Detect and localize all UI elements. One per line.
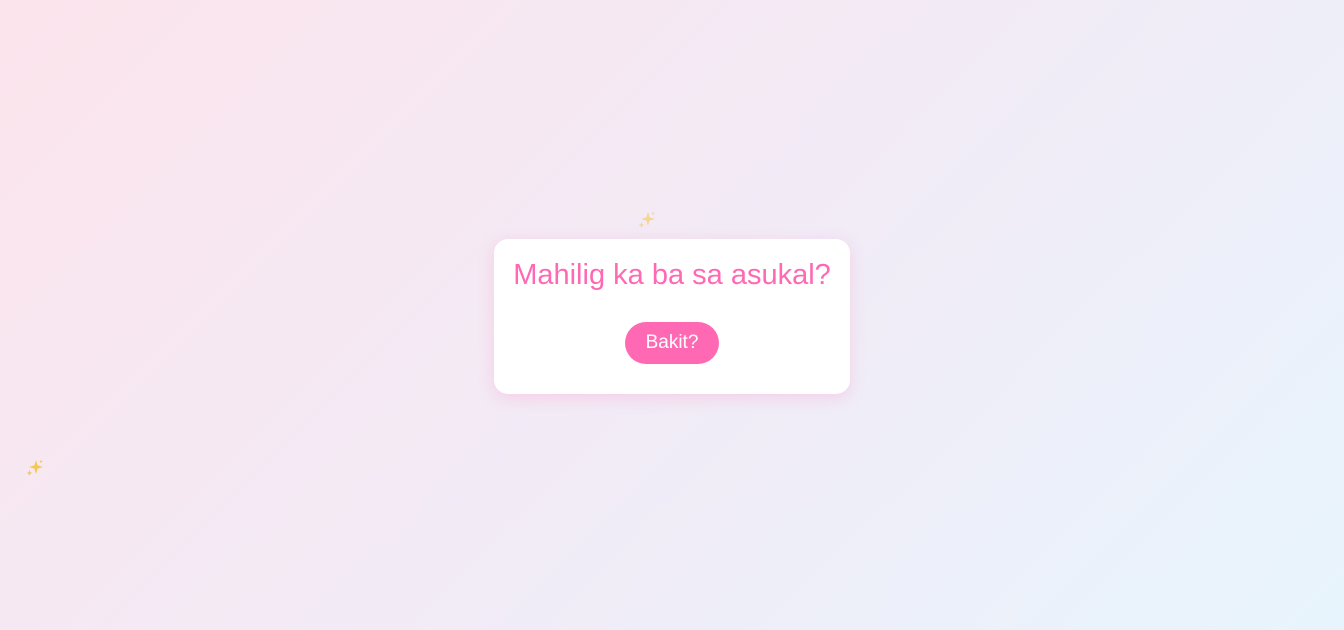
bakit-button[interactable]: Bakit? — [625, 322, 719, 364]
sparkles-icon — [637, 210, 657, 230]
question-card: Mahilig ka ba sa asukal? Bakit? — [494, 239, 850, 394]
question-title: Mahilig ka ba sa asukal? — [513, 259, 831, 291]
sparkles-icon — [25, 458, 45, 478]
